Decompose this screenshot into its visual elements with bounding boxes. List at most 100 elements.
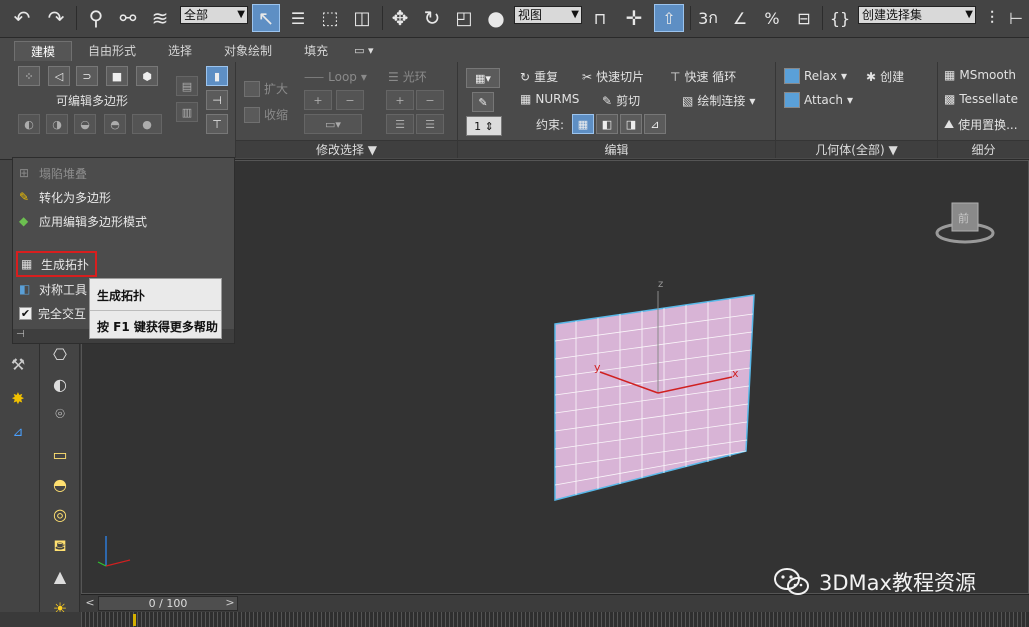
modify-mode-icon[interactable]: ◐ xyxy=(18,114,40,134)
ring-remove-icon[interactable]: − xyxy=(416,90,444,110)
cone-icon[interactable]: ▲ xyxy=(48,564,72,588)
pin-stack-icon[interactable]: ▤ xyxy=(176,76,198,96)
tab-freeform[interactable]: 自由形式 xyxy=(72,41,152,61)
rect-selection-icon[interactable]: ⬚ xyxy=(316,4,344,32)
quickslice-button[interactable]: ✂ 快速切片 xyxy=(582,68,644,85)
named-selection-dropdown[interactable]: 创建选择集 ▼ xyxy=(858,6,976,24)
pivot-center-icon[interactable]: ⊓ xyxy=(586,4,614,32)
trackbar[interactable] xyxy=(81,612,1029,627)
bind-spacewarp-icon[interactable]: ≋ xyxy=(146,4,174,32)
constraint-edge-icon[interactable]: ◧ xyxy=(596,114,618,134)
element-icon[interactable]: ⬢ xyxy=(136,66,158,86)
time-slider[interactable]: 0 / 100 xyxy=(98,596,238,611)
stack-icon[interactable]: ● xyxy=(132,114,162,134)
hemisphere-icon[interactable]: ◓ xyxy=(48,472,72,496)
loop-mode-dropdown[interactable]: ▭▾ xyxy=(304,114,362,134)
constraint-normal-icon[interactable]: ⊿ xyxy=(644,114,666,134)
editable-poly-label[interactable]: 可编辑多边形 xyxy=(56,92,128,109)
ignore-backfacing-icon[interactable]: ▮ xyxy=(206,66,228,86)
tab-object-paint[interactable]: 对象绘制 xyxy=(208,41,288,61)
subdivision-footer[interactable]: 细分 xyxy=(938,140,1029,158)
tab-modeling[interactable]: 建模 xyxy=(14,41,73,61)
tessellate-button[interactable]: ▩ Tessellate xyxy=(944,92,1018,106)
film-camera-icon[interactable]: ⌾ xyxy=(48,402,72,426)
relax-button[interactable]: Relax ▾ xyxy=(784,68,847,84)
hammer-icon[interactable]: ⚒ xyxy=(6,352,30,376)
spinner-snap-icon[interactable]: ⊟ xyxy=(790,4,818,32)
polygon-icon[interactable]: ■ xyxy=(106,66,128,86)
sphere-icon[interactable]: ◐ xyxy=(48,372,72,396)
nurms-button[interactable]: ▦ NURMS xyxy=(520,92,579,106)
vertex-icon[interactable]: ⁘ xyxy=(18,66,40,86)
move-icon[interactable]: ✥ xyxy=(386,4,414,32)
tool-icon[interactable]: ⊤ xyxy=(206,114,228,134)
edge-icon[interactable]: ◁ xyxy=(48,66,70,86)
link-icon[interactable]: ⚲ xyxy=(82,4,110,32)
msmooth-button[interactable]: ▦ MSmooth xyxy=(944,68,1016,82)
loop-remove-icon[interactable]: − xyxy=(336,90,364,110)
measure-icon[interactable]: ⊿ xyxy=(6,420,30,444)
tab-populate[interactable]: 填充 xyxy=(288,41,344,61)
plane-object-icon[interactable]: ▭ xyxy=(48,442,72,466)
torus-icon[interactable]: ◎ xyxy=(48,502,72,526)
pin-icon[interactable]: ⊣ xyxy=(206,90,228,110)
ring-button[interactable]: ☰ 光环 xyxy=(388,68,427,85)
camera-icon[interactable]: ⎔ xyxy=(48,342,72,366)
unlink-icon[interactable]: ⚯ xyxy=(114,4,142,32)
teapot-icon[interactable]: ⛾ xyxy=(48,534,72,558)
plane-mesh[interactable] xyxy=(554,294,755,501)
scale-icon[interactable]: ◰ xyxy=(450,4,478,32)
menu-item-collapse-stack[interactable]: ⊞ 塌陷堆叠 xyxy=(19,163,87,183)
shrink-button[interactable]: 收缩 xyxy=(244,106,288,123)
menu-item-convert-to-poly[interactable]: ✎ 转化为多边形 xyxy=(19,187,111,207)
stack-icon[interactable]: ◓ xyxy=(104,114,126,134)
next-frame-button[interactable]: > xyxy=(223,596,237,611)
geometry-footer[interactable]: 几何体(全部) ▼ xyxy=(776,140,937,158)
ring-mode-icon[interactable]: ☰ xyxy=(416,114,444,134)
snap-toggle-icon[interactable]: 3ก xyxy=(694,4,722,32)
ref-coord-dropdown[interactable]: 视图 ▼ xyxy=(514,6,582,24)
loop-add-icon[interactable]: + xyxy=(304,90,332,110)
ring-add-icon[interactable]: + xyxy=(386,90,414,110)
mirror-icon[interactable]: ⫶ xyxy=(982,4,1002,32)
align-icon[interactable]: ⊢ xyxy=(1006,4,1026,32)
modify-selection-footer[interactable]: 修改选择 ▼ xyxy=(236,140,457,158)
stack-icon[interactable]: ◒ xyxy=(74,114,96,134)
selection-filter-dropdown[interactable]: 全部 ▼ xyxy=(180,6,248,24)
use-displacement-button[interactable]: ⛰ 使用置换... xyxy=(944,116,1018,133)
redo-icon[interactable]: ↷ xyxy=(42,4,70,32)
swiftloop-button[interactable]: ⊤ 快速 循环 xyxy=(670,68,736,85)
menu-item-full-interactivity[interactable]: ✔ 完全交互 xyxy=(19,303,86,323)
undo-icon[interactable]: ↶ xyxy=(8,4,36,32)
repeat-button[interactable]: ↻ 重复 xyxy=(520,68,558,85)
tweak-icon[interactable]: ✎ xyxy=(472,92,494,112)
keyboard-shortcut-override-icon[interactable]: ⇧ xyxy=(654,4,684,32)
select-object-icon[interactable]: ↖ xyxy=(252,4,280,32)
edit-footer[interactable]: 编辑 xyxy=(458,140,775,158)
stack-icon[interactable]: ◑ xyxy=(46,114,68,134)
show-end-icon[interactable]: ▥ xyxy=(176,102,198,122)
viewcube[interactable]: 前 xyxy=(935,195,995,248)
constraint-face-icon[interactable]: ◨ xyxy=(620,114,642,134)
attach-button[interactable]: Attach ▾ xyxy=(784,92,853,108)
cut-button[interactable]: ✎ 剪切 xyxy=(602,92,640,109)
loop-button[interactable]: ⸺ Loop ▾ xyxy=(304,68,367,85)
ring-mode-icon[interactable]: ☰ xyxy=(386,114,414,134)
constraint-spinner[interactable]: 1 ⇕ xyxy=(466,116,502,136)
tab-selection[interactable]: 选择 xyxy=(152,41,208,61)
paintconnect-button[interactable]: ▧ 绘制连接 ▾ xyxy=(682,92,755,109)
edit-named-selection-icon[interactable]: {} xyxy=(826,4,854,32)
select-manipulate-icon[interactable]: ✛ xyxy=(620,4,648,32)
grow-button[interactable]: 扩大 xyxy=(244,80,288,97)
preserve-uv-icon[interactable]: ▦▾ xyxy=(466,68,500,88)
ribbon-minimize-button[interactable]: ▭ ▾ xyxy=(344,41,383,61)
constraint-none-icon[interactable]: ▦ xyxy=(572,114,594,134)
create-button[interactable]: ✱ 创建 xyxy=(866,68,904,85)
percent-snap-icon[interactable]: % xyxy=(758,4,786,32)
menu-item-apply-edit-poly[interactable]: ◆ 应用编辑多边形模式 xyxy=(19,211,147,231)
select-by-name-icon[interactable]: ☰ xyxy=(284,4,312,32)
prev-frame-button[interactable]: < xyxy=(83,596,97,611)
place-icon[interactable]: ● xyxy=(482,4,510,32)
spark-icon[interactable]: ✸ xyxy=(6,386,30,410)
border-icon[interactable]: ⊃ xyxy=(76,66,98,86)
